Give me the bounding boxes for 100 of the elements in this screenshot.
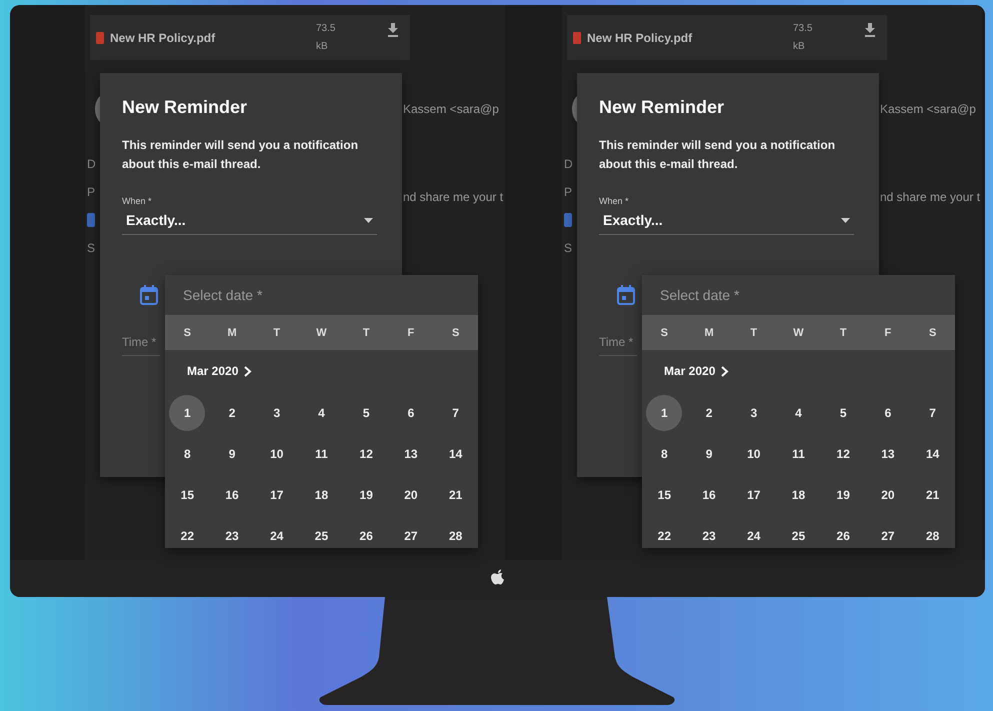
weekday-label: S [450, 326, 460, 338]
calendar-day[interactable]: 20 [870, 476, 906, 512]
download-icon[interactable] [864, 23, 876, 37]
calendar-day[interactable]: 3 [258, 394, 295, 430]
weekday-label: W [792, 326, 805, 338]
calendar-day[interactable]: 4 [303, 394, 340, 430]
calendar-day[interactable]: 26 [348, 518, 384, 548]
calendar-day[interactable]: 9 [214, 436, 250, 472]
month-label: Mar 2020 [664, 364, 716, 378]
calendar-day[interactable]: 5 [825, 394, 862, 430]
calendar-day[interactable]: 15 [169, 476, 206, 512]
calendar-day[interactable]: 16 [214, 476, 250, 512]
weekday-label: F [884, 326, 892, 338]
calendar-day[interactable]: 14 [438, 436, 474, 472]
weekday-label: S [660, 326, 670, 338]
email-text-fragment: D [564, 157, 573, 171]
calendar-day[interactable]: 21 [438, 476, 474, 512]
chevron-right-icon[interactable] [244, 366, 252, 376]
file-size-unit: kB [793, 40, 806, 54]
calendar-day[interactable]: 25 [780, 518, 816, 548]
weekday-label: S [182, 326, 192, 338]
calendar-day[interactable]: 23 [214, 518, 250, 548]
calendar-day[interactable]: 6 [870, 394, 906, 430]
calendar-day[interactable]: 10 [736, 436, 772, 472]
when-select[interactable]: Exactly... [599, 210, 854, 235]
calendar-day[interactable]: 12 [348, 436, 384, 472]
calendar-day[interactable]: 27 [870, 518, 906, 548]
weekday-label: T [838, 326, 848, 338]
calendar-day[interactable]: 16 [691, 476, 728, 512]
weekday-label: T [749, 326, 758, 338]
download-icon[interactable] [387, 23, 399, 37]
calendar-day[interactable]: 2 [214, 394, 250, 430]
email-text-fragment: S [87, 241, 96, 255]
calendar-day[interactable]: 27 [392, 518, 429, 548]
calendar-day[interactable]: 10 [258, 436, 295, 472]
calendar-day[interactable]: 23 [691, 518, 728, 548]
email-sender: Kassem <sara@p [403, 102, 499, 116]
calendar-day[interactable]: 15 [646, 476, 682, 512]
calendar-day[interactable]: 13 [870, 436, 906, 472]
attachment-card[interactable]: New HR Policy.pdf 73.5 kB [567, 15, 887, 60]
weekday-label: M [703, 326, 715, 338]
calendar-day[interactable]: 4 [780, 394, 816, 430]
calendar-day[interactable]: 1 [646, 394, 682, 430]
calendar-day[interactable]: 7 [438, 394, 474, 430]
calendar-day[interactable]: 21 [914, 476, 951, 512]
calendar-day[interactable]: 19 [825, 476, 862, 512]
weekday-label: M [226, 326, 238, 338]
calendar-day[interactable]: 8 [169, 436, 206, 472]
email-body-text: nd share me your t [880, 190, 980, 204]
calendar-day[interactable]: 17 [258, 476, 295, 512]
calendar-day[interactable]: 26 [825, 518, 862, 548]
calendar-day[interactable]: 1 [169, 394, 206, 430]
chevron-right-icon[interactable] [721, 366, 730, 376]
weekday-label: S [928, 326, 938, 338]
calendar-day[interactable]: 24 [736, 518, 772, 548]
calendar-day[interactable]: 18 [303, 476, 340, 512]
label-chip [87, 213, 95, 227]
calendar-day[interactable]: 22 [169, 518, 206, 548]
calendar-day[interactable]: 13 [392, 436, 429, 472]
file-size: 73.5 [316, 22, 336, 36]
calendar-day[interactable]: 7 [914, 394, 951, 430]
attachment-name: New HR Policy.pdf [110, 30, 216, 44]
when-select[interactable]: Exactly... [122, 210, 377, 235]
dropdown-caret-icon [841, 218, 850, 222]
dialog-description: This reminder will send you a notification about this e-mail thread. [599, 137, 836, 173]
calendar-day[interactable]: 6 [392, 394, 429, 430]
calendar-day[interactable]: 24 [258, 518, 295, 548]
calendar-day[interactable]: 18 [780, 476, 816, 512]
calendar-icon[interactable] [617, 285, 635, 305]
dialog-description: This reminder will send you a notification about this e-mail thread. [122, 137, 360, 173]
calendar-day[interactable]: 5 [348, 394, 384, 430]
calendar-day[interactable]: 11 [303, 436, 340, 472]
file-size: 73.5 [793, 22, 814, 36]
calendar-day[interactable]: 14 [914, 436, 951, 472]
calendar-icon[interactable] [140, 285, 158, 305]
calendar-day[interactable]: 28 [914, 518, 951, 548]
calendar-day[interactable]: 19 [348, 476, 384, 512]
month-label: Mar 2020 [187, 364, 238, 378]
dialog-title: New Reminder [122, 97, 248, 118]
calendar-day[interactable]: 20 [392, 476, 429, 512]
dropdown-caret-icon [364, 218, 373, 222]
field-label: When * [122, 196, 153, 206]
calendar-day[interactable]: 28 [438, 518, 474, 548]
email-sender: Kassem <sara@p [880, 102, 976, 116]
attachment-card[interactable]: New HR Policy.pdf 73.5 kB [90, 15, 410, 60]
calendar-day[interactable]: 9 [691, 436, 728, 472]
calendar-day[interactable]: 12 [825, 436, 862, 472]
calendar-day[interactable]: 11 [780, 436, 816, 472]
weekday-label: W [315, 326, 328, 338]
weekday-label: T [272, 326, 282, 338]
calendar-day[interactable]: 2 [691, 394, 728, 430]
calendar-day[interactable]: 17 [736, 476, 772, 512]
calendar-day[interactable]: 22 [646, 518, 682, 548]
calendar-day[interactable]: 3 [736, 394, 772, 430]
pdf-file-icon [96, 32, 104, 44]
field-label: When * [599, 196, 630, 206]
calendar-day[interactable]: 8 [646, 436, 682, 472]
email-text-fragment: P [87, 185, 96, 199]
calendar-day[interactable]: 25 [303, 518, 340, 548]
email-body-text: nd share me your t [403, 190, 504, 204]
